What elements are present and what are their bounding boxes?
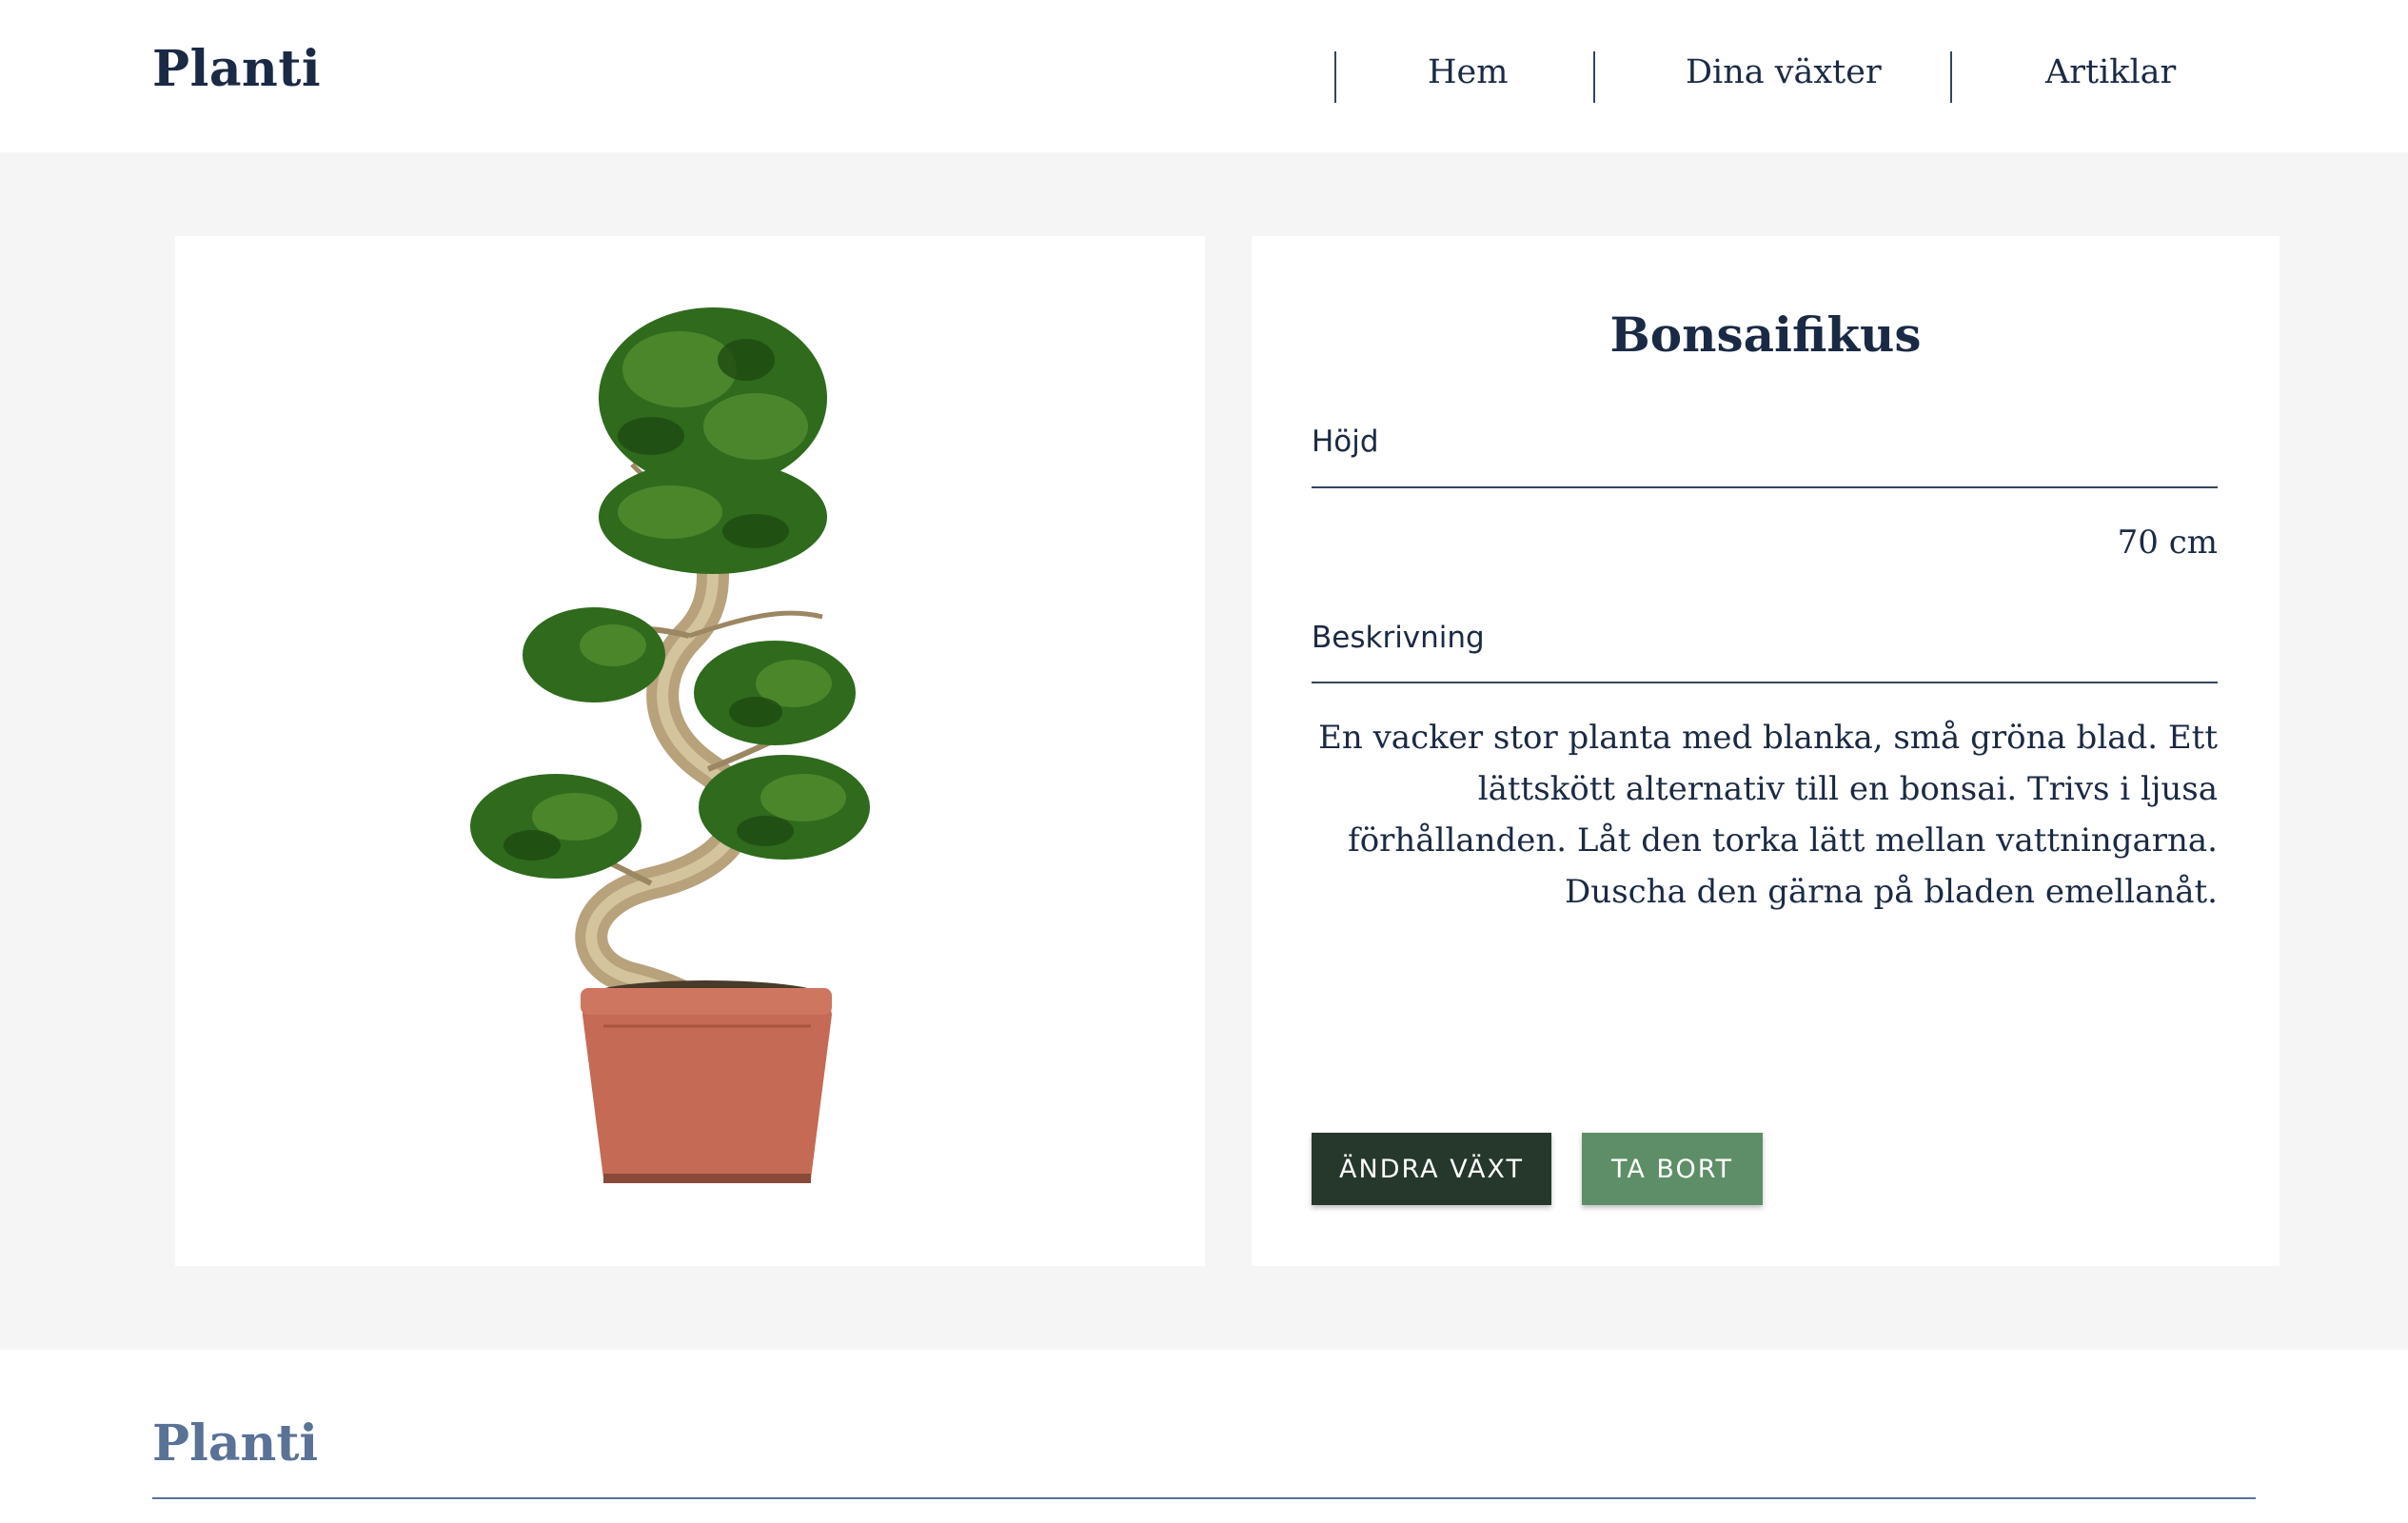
nav-link-artiklar[interactable]: Artiklar [2045,53,2176,91]
site-logo[interactable]: Planti [152,40,321,98]
footer-divider [152,1497,2256,1499]
plant-image-card [175,236,1205,1266]
site-footer: Planti [0,1350,2408,1523]
plant-description: En vacker stor planta med blanka, små gr… [1318,719,2218,911]
height-label: Höjd [1312,425,1379,459]
plant-title: Bonsaifikus [1609,307,1922,363]
nav-separator [1334,51,1336,103]
plant-info-card: Bonsaifikus Höjd 70 cm Beskrivning En va… [1252,236,2280,1266]
height-value: 70 cm [2117,524,2218,562]
nav-link-hem[interactable]: Hem [1428,53,1508,91]
main-content: Bonsaifikus Höjd 70 cm Beskrivning En va… [0,152,2408,1350]
footer-logo[interactable]: Planti [152,1414,318,1473]
site-header: Planti Hem Dina växter Artiklar [0,0,2408,152]
nav-link-dina-vaxter[interactable]: Dina växter [1686,53,1882,91]
nav-separator [1593,51,1595,103]
nav-separator [1950,51,1952,103]
height-divider [1312,486,2218,488]
description-divider [1312,682,2218,683]
delete-plant-button[interactable]: TA BORT [1582,1133,1763,1205]
plant-photo [470,307,870,1183]
edit-plant-button[interactable]: ÄNDRA VÄXT [1312,1133,1551,1205]
description-label: Beskrivning [1312,621,1485,655]
